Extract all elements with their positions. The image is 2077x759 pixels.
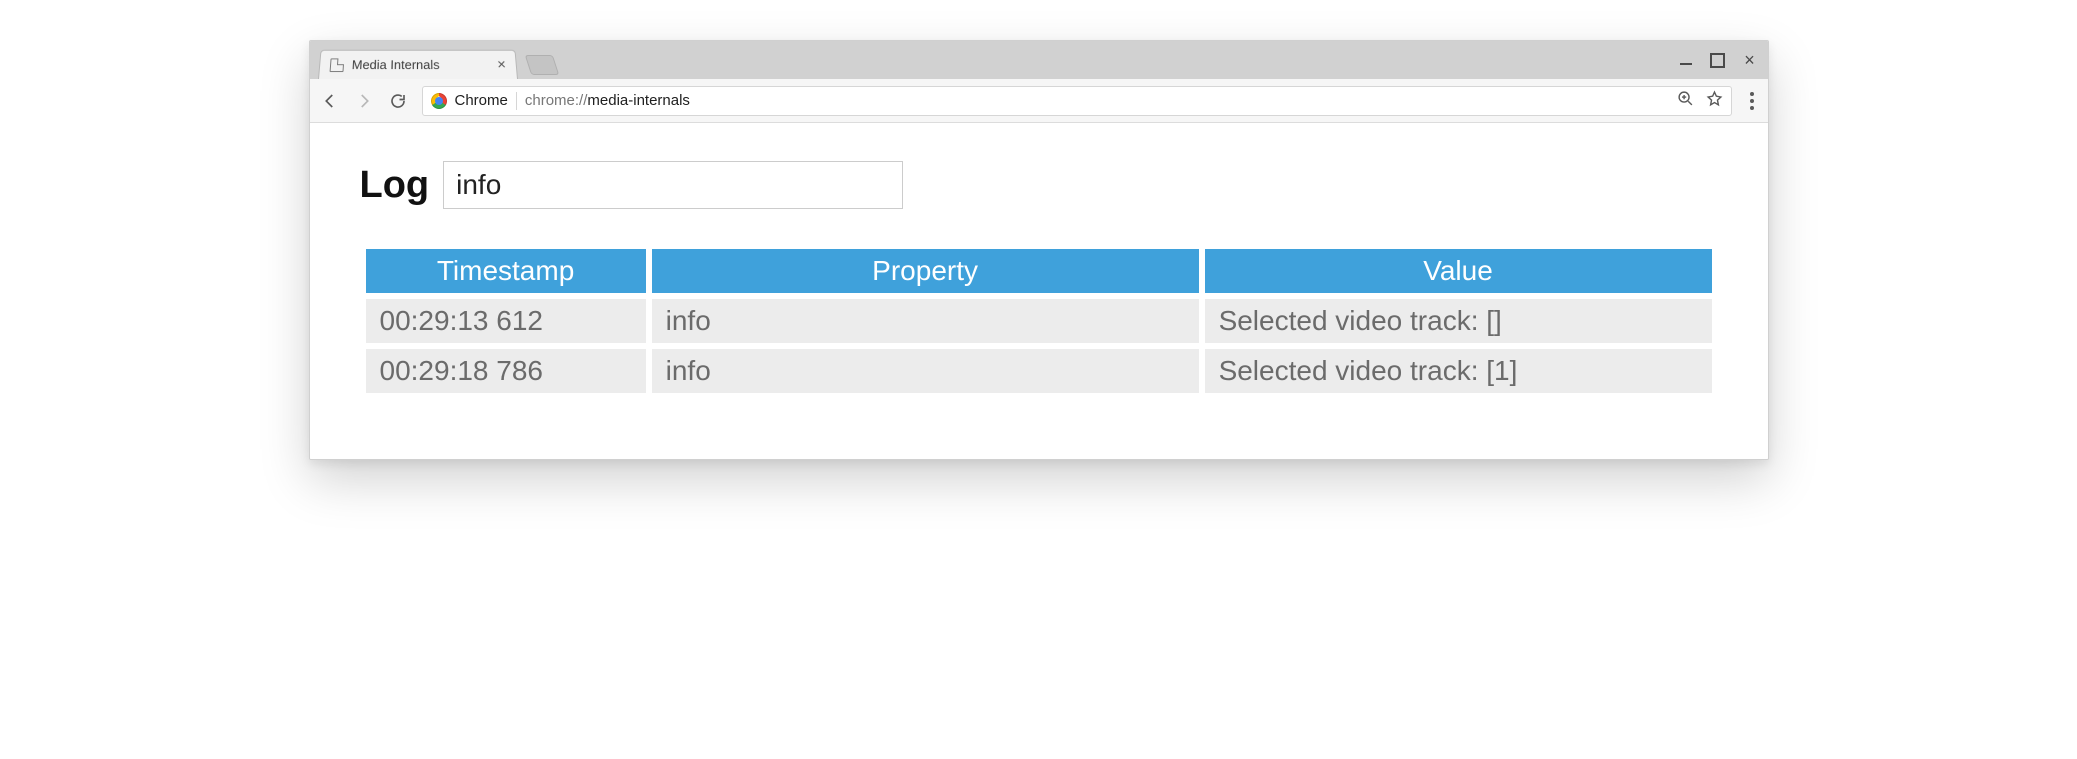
magnifier-plus-icon [1677, 90, 1694, 107]
omnibox-divider [516, 92, 517, 110]
arrow-right-icon [355, 92, 373, 110]
cell-value: Selected video track: [1] [1205, 349, 1712, 393]
log-filter-input[interactable] [443, 161, 903, 209]
tab-strip: Media Internals × × [310, 41, 1768, 79]
table-row: 00:29:13 612 info Selected video track: … [366, 299, 1712, 343]
log-header: Log [360, 161, 1718, 209]
chrome-icon [431, 93, 447, 109]
browser-window: Media Internals × × Chrome chrome://medi… [309, 40, 1769, 460]
reload-button[interactable] [388, 91, 408, 111]
col-property[interactable]: Property [652, 249, 1199, 293]
tab-title: Media Internals [351, 57, 487, 72]
forward-button[interactable] [354, 91, 374, 111]
minimize-icon[interactable] [1678, 52, 1694, 68]
url-scheme-label: Chrome [455, 92, 508, 109]
page-content: Log Timestamp Property Value 00:29:13 61… [310, 123, 1768, 459]
page-icon [329, 58, 344, 72]
col-timestamp[interactable]: Timestamp [366, 249, 646, 293]
log-table: Timestamp Property Value 00:29:13 612 in… [360, 243, 1718, 399]
url-text: chrome://media-internals [525, 92, 690, 109]
cell-timestamp: 00:29:18 786 [366, 349, 646, 393]
maximize-icon[interactable] [1710, 52, 1726, 68]
col-value[interactable]: Value [1205, 249, 1712, 293]
browser-tab[interactable]: Media Internals × [318, 50, 518, 79]
url-path: media-internals [587, 92, 690, 109]
cell-property: info [652, 299, 1199, 343]
cell-property: info [652, 349, 1199, 393]
table-header-row: Timestamp Property Value [366, 249, 1712, 293]
cell-timestamp: 00:29:13 612 [366, 299, 646, 343]
dot-icon [1750, 99, 1754, 103]
close-window-icon[interactable]: × [1742, 52, 1758, 68]
browser-menu-button[interactable] [1746, 92, 1758, 110]
window-controls: × [1678, 41, 1758, 79]
zoom-button[interactable] [1677, 90, 1694, 111]
star-icon [1706, 90, 1723, 107]
close-tab-icon[interactable]: × [496, 57, 506, 72]
back-button[interactable] [320, 91, 340, 111]
table-row: 00:29:18 786 info Selected video track: … [366, 349, 1712, 393]
arrow-left-icon [321, 92, 339, 110]
new-tab-button[interactable] [524, 55, 558, 75]
cell-value: Selected video track: [] [1205, 299, 1712, 343]
dot-icon [1750, 92, 1754, 96]
bookmark-button[interactable] [1706, 90, 1723, 111]
browser-toolbar: Chrome chrome://media-internals [310, 79, 1768, 123]
url-host: chrome:// [525, 92, 588, 109]
dot-icon [1750, 106, 1754, 110]
reload-icon [389, 92, 407, 110]
page-title: Log [360, 164, 430, 207]
address-bar[interactable]: Chrome chrome://media-internals [422, 86, 1732, 116]
